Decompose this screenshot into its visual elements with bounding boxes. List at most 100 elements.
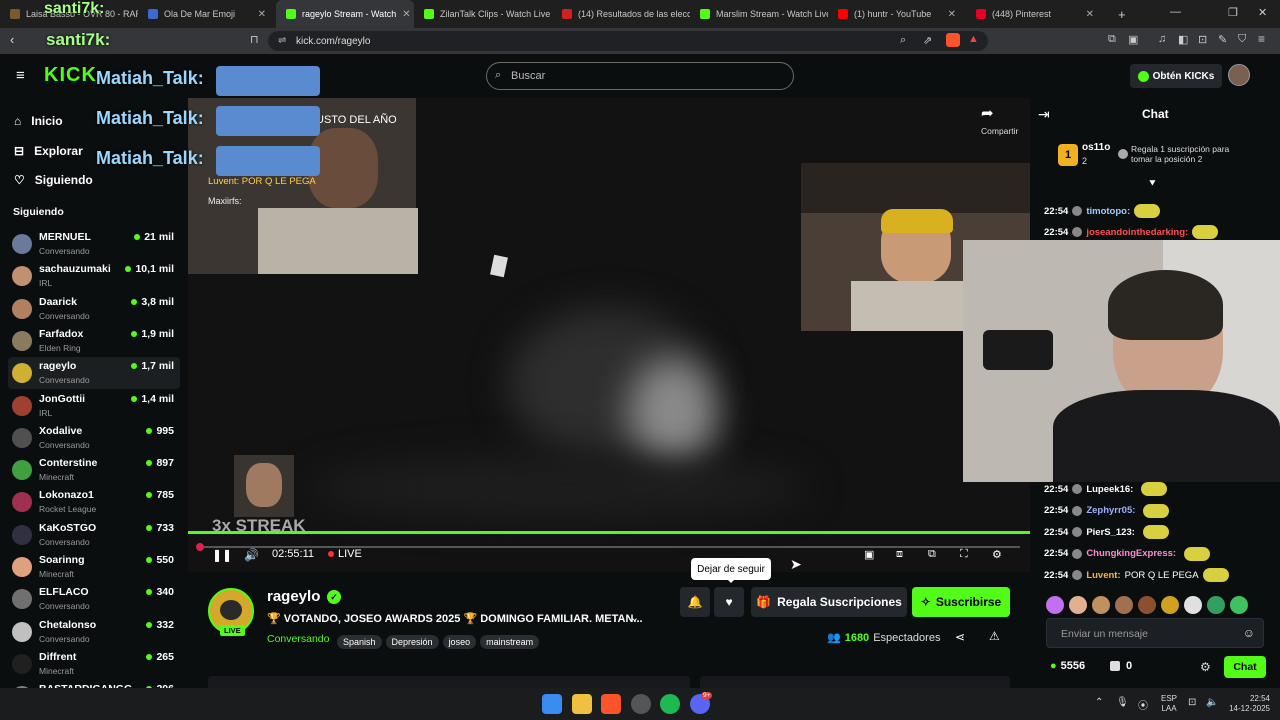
browser-tab[interactable]: ZilanTalk Clips - Watch Live on✕ <box>414 0 552 28</box>
following-channel-item[interactable]: Daarick Conversando 3,8 mil <box>8 293 180 325</box>
chat-scroll-down-icon[interactable]: ⯆ <box>1148 178 1157 191</box>
maximize-icon[interactable]: ❐ <box>1228 6 1238 19</box>
user-avatar[interactable] <box>1228 64 1250 86</box>
nav-siguiendo[interactable]: ♡ Siguiendo <box>14 169 93 191</box>
chat-username[interactable]: joseandointhedarking: <box>1086 227 1188 238</box>
emote-icon[interactable] <box>1069 596 1087 614</box>
menu-icon[interactable]: ≡ <box>1258 32 1265 46</box>
tray-expand-icon[interactable]: ⌃ <box>1095 697 1103 708</box>
live-indicator[interactable]: LIVE <box>328 548 362 560</box>
minimize-icon[interactable]: — <box>1170 6 1181 18</box>
notifications-bell-button[interactable]: 🔔 <box>680 587 710 617</box>
media-icon[interactable]: ♫ <box>1158 33 1166 45</box>
back-icon[interactable]: ‹ <box>10 32 14 47</box>
following-channel-item[interactable]: Diffrent Minecraft 265 <box>8 648 180 680</box>
share-label[interactable]: Compartir <box>981 126 1018 136</box>
stream-tag[interactable]: Depresión <box>385 635 439 649</box>
browser-tab[interactable]: (14) Resultados de las eleccion✕ <box>552 0 690 28</box>
following-channel-item[interactable]: rageylo Conversando 1,7 mil <box>8 357 180 390</box>
nav-inicio[interactable]: ⌂ Inicio <box>14 110 63 132</box>
wallet-icon[interactable]: ▣ <box>1128 33 1138 46</box>
close-window-icon[interactable]: ✕ <box>1258 6 1267 19</box>
bookmark-icon[interactable]: ⊓ <box>250 33 259 46</box>
chat-username[interactable]: ChungkingExpress: <box>1086 548 1176 559</box>
report-icon[interactable]: ⚠ <box>989 629 1000 643</box>
emote-icon[interactable] <box>1161 596 1179 614</box>
tab-close-icon[interactable]: ✕ <box>258 9 266 20</box>
stream-tag[interactable]: mainstream <box>480 635 540 649</box>
stream-tag[interactable]: joseo <box>442 635 477 649</box>
zoom-icon[interactable]: ⌕ <box>900 34 906 47</box>
hamburger-icon[interactable]: ≡ <box>16 67 25 84</box>
browser-tab[interactable]: Ola De Mar Emoji ✕ <box>138 0 276 28</box>
chat-username[interactable]: Luvent: <box>1086 570 1120 581</box>
following-channel-item[interactable]: KaKoSTGO Conversando 733 <box>8 519 180 551</box>
brave-shield-icon[interactable] <box>946 33 960 47</box>
browser-tab[interactable]: Marslim Stream - Watch Live o✕ <box>690 0 828 28</box>
new-tab-button[interactable]: + <box>1118 7 1126 22</box>
seek-handle[interactable] <box>196 543 204 551</box>
following-channel-item[interactable]: Farfadox Elden Ring 1,9 mil <box>8 325 180 357</box>
chat-username[interactable]: Zephyrr05: <box>1086 505 1135 516</box>
emote-icon[interactable] <box>1207 596 1225 614</box>
spotify-icon[interactable] <box>660 694 680 714</box>
share-stream-icon[interactable]: ⋖ <box>955 630 965 644</box>
nav-explorar[interactable]: ⊟ Explorar <box>14 140 83 162</box>
sidebar-toggle-icon[interactable]: ◧ <box>1178 33 1188 46</box>
emote-icon[interactable] <box>1115 596 1133 614</box>
url-field[interactable]: ⇌ kick.com/rageylo ⌕ ⇗ ▲ <box>268 31 988 51</box>
unfollow-button[interactable]: ♥ <box>714 587 744 617</box>
start-icon[interactable] <box>542 694 562 714</box>
collapse-chat-icon[interactable]: ⇥ <box>1038 106 1050 123</box>
following-channel-item[interactable]: Lokonazo1 Rocket League 785 <box>8 486 180 518</box>
share-icon[interactable]: ➦ <box>981 104 994 122</box>
tab-close-icon[interactable]: ✕ <box>1086 9 1094 20</box>
chat-send-button[interactable]: Chat <box>1224 656 1266 678</box>
chat-input[interactable]: Enviar un mensaje ☺ <box>1046 618 1264 648</box>
following-channel-item[interactable]: sachauzumaki IRL 10,1 mil <box>8 260 180 292</box>
following-channel-item[interactable]: Xodalive Conversando 995 <box>8 422 180 454</box>
speaker-icon[interactable]: 🔈 <box>1206 697 1218 708</box>
stream-category[interactable]: Conversando <box>267 633 329 645</box>
vpn-icon[interactable]: ⛉ <box>1238 33 1246 46</box>
search-input[interactable]: ⌕ Buscar <box>486 62 794 90</box>
following-channel-item[interactable]: BASTARDIGANGG206 <box>8 680 180 688</box>
browser-tab[interactable]: (448) Pinterest ✕ <box>966 0 1104 28</box>
tab-close-icon[interactable]: ✕ <box>402 9 410 20</box>
emote-icon[interactable] <box>1184 596 1202 614</box>
volume-icon[interactable]: 🔊 <box>244 548 259 562</box>
following-channel-item[interactable]: Chetalonso Conversando 332 <box>8 616 180 648</box>
browser-tab[interactable]: rageylo Stream - Watch ✕ <box>276 0 414 28</box>
emote-icon[interactable] <box>1138 596 1156 614</box>
theater-mode-icon[interactable]: ▣ <box>864 548 874 561</box>
following-channel-item[interactable]: Soarinng Minecraft 550 <box>8 551 180 583</box>
clock[interactable]: 22:54 14-12-2025 <box>1224 694 1270 714</box>
following-channel-item[interactable]: ELFLACO Conversando 340 <box>8 583 180 615</box>
emote-icon[interactable] <box>1046 596 1064 614</box>
brave-icon[interactable] <box>601 694 621 714</box>
following-channel-item[interactable]: MERNUEL Conversando 21 mil <box>8 228 180 260</box>
tab-search-icon[interactable]: ⊡ <box>1198 33 1207 46</box>
kicks-balance[interactable]: 0 <box>1110 660 1132 672</box>
browser-tab[interactable]: (1) huntr - YouTube ✕ <box>828 0 966 28</box>
picture-in-picture-icon[interactable]: ⧉ <box>928 548 936 561</box>
chat-username[interactable]: PierS_123: <box>1086 527 1135 538</box>
stream-tag[interactable]: Spanish <box>337 635 382 649</box>
pause-icon[interactable]: ❚❚ <box>212 548 232 562</box>
leo-icon[interactable]: ✎ <box>1218 33 1227 46</box>
top-gifter-name[interactable]: os11o <box>1082 142 1110 153</box>
emote-icon[interactable] <box>1230 596 1248 614</box>
file-explorer-icon[interactable] <box>572 694 592 714</box>
fullscreen-icon[interactable]: ⛶ <box>960 548 968 561</box>
emote-icon[interactable] <box>1092 596 1110 614</box>
steam-icon[interactable] <box>631 694 651 714</box>
microphone-icon[interactable]: 🎙 <box>1116 697 1129 708</box>
kick-logo[interactable]: KICK <box>44 64 97 87</box>
settings-gear-icon[interactable]: ⚙ <box>992 548 1002 561</box>
gift-subs-button[interactable]: 🎁 Regala Suscripciones <box>751 587 907 617</box>
chat-username[interactable]: timotopo: <box>1086 206 1130 217</box>
expand-title-icon[interactable]: ⌄ <box>630 611 639 624</box>
tab-close-icon[interactable]: ✕ <box>948 9 956 20</box>
chat-settings-icon[interactable]: ⚙ <box>1200 660 1211 674</box>
clip-icon[interactable]: ⧈ <box>896 548 903 561</box>
